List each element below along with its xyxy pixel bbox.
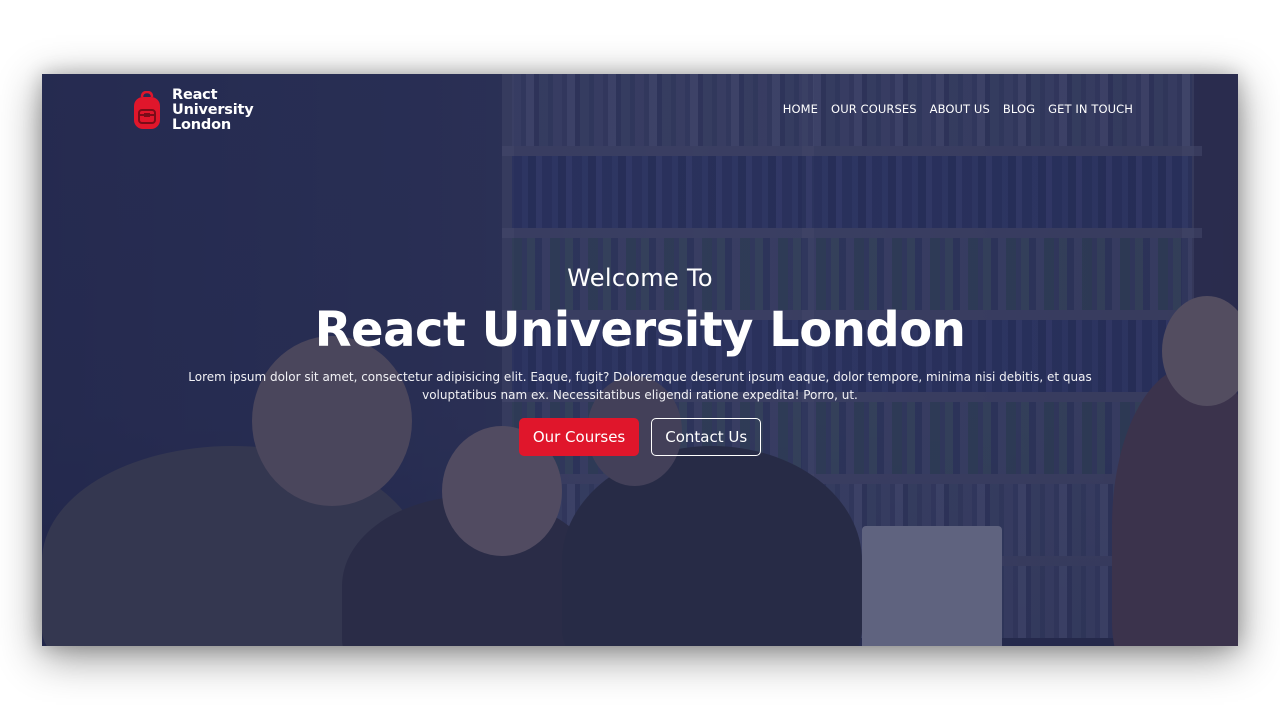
nav-link-home[interactable]: HOME bbox=[783, 102, 818, 116]
hero-welcome-text: Welcome To bbox=[567, 264, 713, 292]
brand-name-line3: London bbox=[172, 117, 231, 133]
nav-menu: HOME OUR COURSES ABOUT US BLOG GET IN TO… bbox=[783, 102, 1133, 116]
backpack-icon bbox=[134, 90, 160, 129]
contact-us-button[interactable]: Contact Us bbox=[651, 418, 762, 456]
brand-name: React University London bbox=[172, 88, 254, 133]
brand-name-line2: University bbox=[172, 102, 254, 118]
hero-content: Welcome To React University London Lorem… bbox=[42, 262, 1238, 456]
hero-buttons: Our Courses Contact Us bbox=[42, 418, 1238, 456]
brand-name-line1: React bbox=[172, 87, 218, 103]
navbar: React University London HOME OUR COURSES… bbox=[42, 74, 1238, 146]
our-courses-button[interactable]: Our Courses bbox=[518, 418, 640, 456]
page: React University London HOME OUR COURSES… bbox=[0, 0, 1280, 720]
nav-link-our-courses[interactable]: OUR COURSES bbox=[831, 102, 917, 116]
brand-logo[interactable]: React University London bbox=[132, 88, 254, 133]
nav-link-blog[interactable]: BLOG bbox=[1003, 102, 1035, 116]
hero-description: Lorem ipsum dolor sit amet, consectetur … bbox=[188, 370, 1092, 402]
nav-link-about-us[interactable]: ABOUT US bbox=[930, 102, 990, 116]
hero-section: React University London HOME OUR COURSES… bbox=[42, 74, 1238, 646]
hero-title: React University London bbox=[314, 302, 966, 358]
nav-link-get-in-touch[interactable]: GET IN TOUCH bbox=[1048, 102, 1133, 116]
